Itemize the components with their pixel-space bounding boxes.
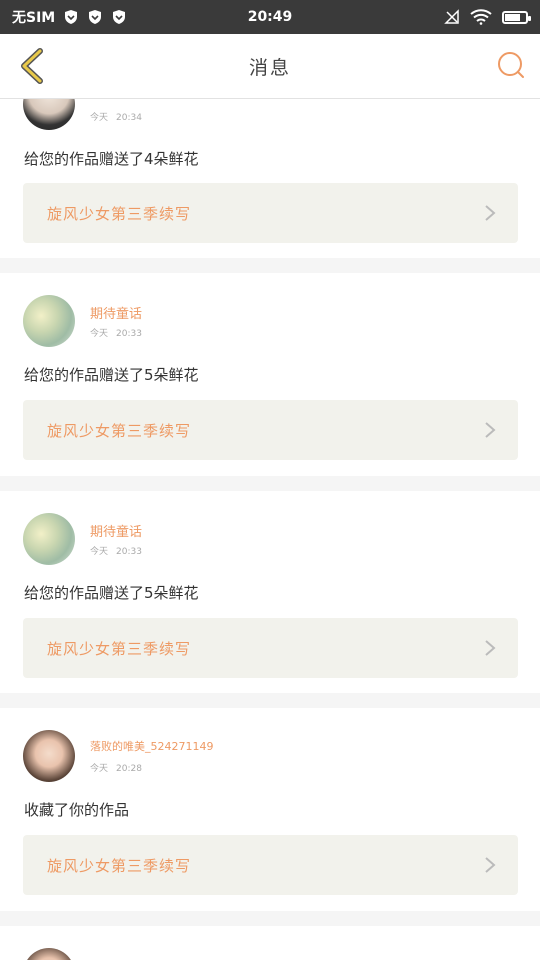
work-title: 旋风少女第三季续写	[47, 857, 192, 875]
search-button[interactable]	[494, 48, 528, 82]
timestamp-time: 20:28	[116, 764, 142, 774]
notification-card	[0, 926, 540, 960]
timestamp-date: 今天	[90, 764, 109, 774]
work-link[interactable]: 旋风少女第三季续写	[23, 183, 518, 243]
status-left: 无SIM	[12, 7, 127, 27]
shield-icon	[113, 10, 126, 24]
shield-icon	[89, 10, 102, 24]
timestamp-time: 20:33	[116, 329, 142, 339]
timestamp-time: 20:34	[116, 113, 142, 123]
notification-card: 期待童话 今天 20:33 给您的作品赠送了5朵鲜花 旋风少女第三季续写	[0, 273, 540, 476]
notification-card: 今天 20:34 给您的作品赠送了4朵鲜花 旋风少女第三季续写	[0, 99, 540, 258]
notification-card: 期待童话 今天 20:33 给您的作品赠送了5朵鲜花 旋风少女第三季续写	[0, 491, 540, 693]
search-icon	[498, 52, 524, 78]
username[interactable]: 落败的唯美_524271149	[90, 738, 214, 754]
avatar[interactable]	[23, 295, 75, 347]
work-title: 旋风少女第三季续写	[47, 205, 192, 223]
chevron-right-icon	[485, 857, 496, 873]
battery-icon	[502, 10, 531, 24]
timestamp-time: 20:33	[116, 547, 142, 557]
username[interactable]: 期待童话	[90, 521, 142, 540]
timestamp: 今天 20:28	[90, 761, 142, 774]
notification-message: 给您的作品赠送了5朵鲜花	[24, 584, 199, 602]
notification-card: 落败的唯美_524271149 今天 20:28 收藏了你的作品 旋风少女第三季续…	[0, 708, 540, 911]
status-bar: 无SIM 20:49	[0, 0, 540, 34]
page-title: 消息	[248, 56, 291, 79]
timestamp: 今天 20:34	[90, 110, 142, 123]
work-title: 旋风少女第三季续写	[47, 640, 192, 658]
status-right	[444, 9, 531, 25]
work-link[interactable]: 旋风少女第三季续写	[23, 835, 518, 895]
back-arrow-icon	[21, 48, 43, 84]
timestamp-date: 今天	[90, 547, 109, 557]
wifi-icon	[470, 9, 492, 25]
timestamp: 今天 20:33	[90, 544, 142, 557]
chevron-right-icon	[485, 205, 496, 221]
avatar[interactable]	[23, 513, 75, 565]
notification-list[interactable]: 今天 20:34 给您的作品赠送了4朵鲜花 旋风少女第三季续写 期待童话 今天 20…	[0, 99, 540, 960]
notification-message: 给您的作品赠送了4朵鲜花	[24, 150, 199, 168]
back-button[interactable]	[12, 46, 52, 86]
avatar[interactable]	[23, 948, 75, 960]
avatar[interactable]	[23, 99, 75, 130]
chevron-right-icon	[485, 422, 496, 438]
avatar[interactable]	[23, 730, 75, 782]
nav-header: 消息	[0, 34, 540, 99]
timestamp: 今天 20:33	[90, 326, 142, 339]
carrier-label: 无SIM	[12, 10, 56, 26]
notification-message: 给您的作品赠送了5朵鲜花	[24, 366, 199, 384]
work-link[interactable]: 旋风少女第三季续写	[23, 400, 518, 460]
work-link[interactable]: 旋风少女第三季续写	[23, 618, 518, 678]
signal-off-icon	[444, 9, 459, 24]
chevron-right-icon	[485, 640, 496, 656]
notification-message: 收藏了你的作品	[24, 801, 130, 819]
timestamp-date: 今天	[90, 113, 109, 123]
work-title: 旋风少女第三季续写	[47, 422, 192, 440]
shield-icon	[65, 10, 78, 24]
battery-level-fill	[505, 13, 521, 21]
timestamp-date: 今天	[90, 329, 109, 339]
username[interactable]: 期待童话	[90, 303, 142, 322]
